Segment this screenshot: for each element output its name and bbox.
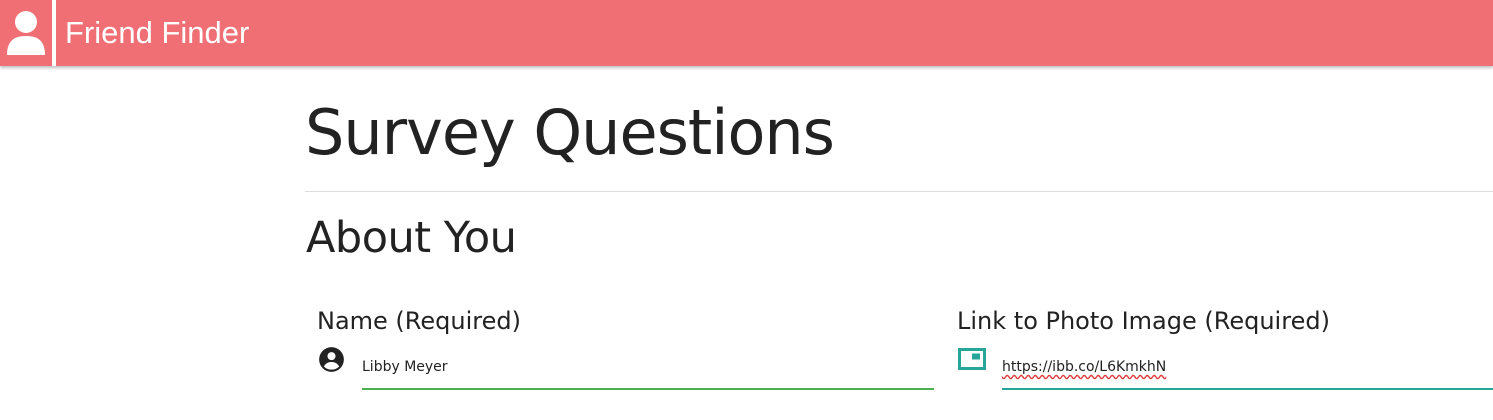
image-frame-icon bbox=[958, 348, 986, 375]
brand-title[interactable]: Friend Finder bbox=[65, 14, 249, 52]
user-icon[interactable] bbox=[0, 0, 56, 66]
name-field-underline bbox=[362, 388, 934, 390]
photo-link-underline bbox=[1002, 388, 1493, 390]
section-title: About You bbox=[306, 213, 517, 263]
divider bbox=[305, 191, 1493, 192]
name-label: Name (Required) bbox=[317, 307, 521, 335]
photo-link-field[interactable]: https://ibb.co/L6KmkhN bbox=[1002, 357, 1166, 377]
page-title: Survey Questions bbox=[305, 96, 835, 169]
photo-link-label: Link to Photo Image (Required) bbox=[957, 307, 1330, 335]
name-field[interactable] bbox=[362, 357, 932, 377]
navbar: Friend Finder bbox=[0, 0, 1493, 66]
photo-link-value[interactable]: https://ibb.co/L6KmkhN bbox=[1002, 359, 1166, 375]
account-circle-icon bbox=[318, 346, 345, 378]
